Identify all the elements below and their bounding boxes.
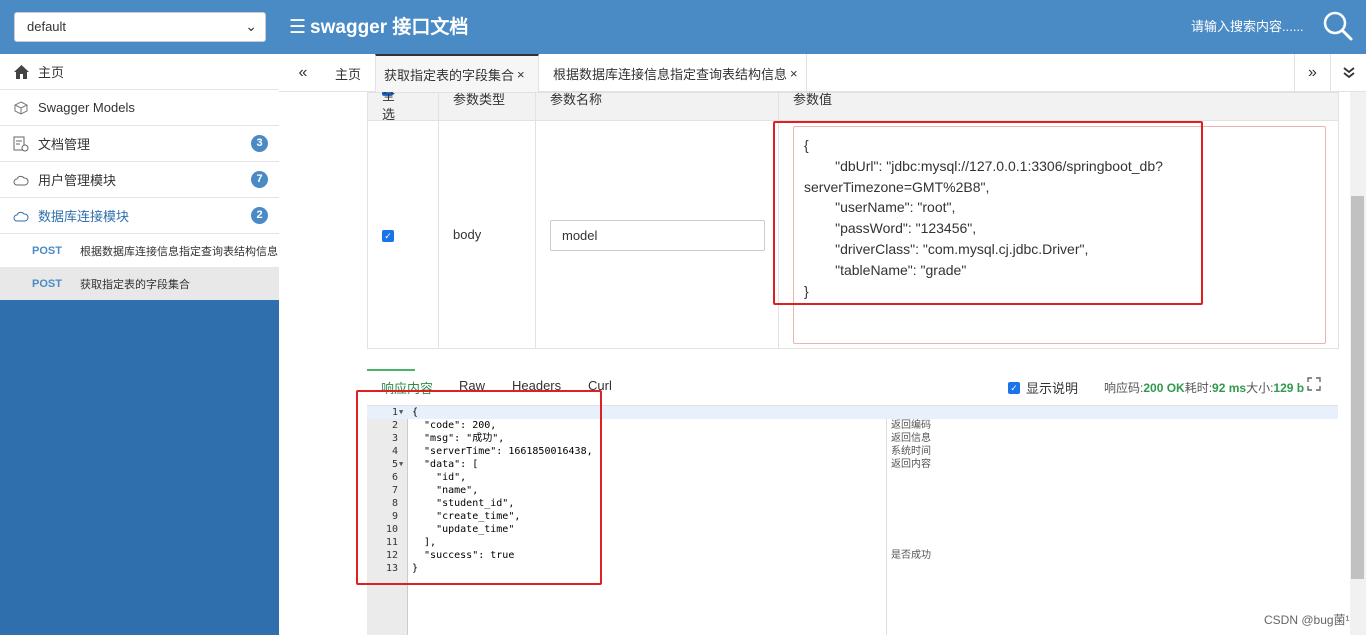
sidebar-item-swagger-models[interactable]: Swagger Models xyxy=(0,90,279,126)
active-tab-indicator xyxy=(367,369,415,371)
count-badge: 3 xyxy=(251,135,268,152)
params-table-header: 全选 参数类型 参数名称 参数值 xyxy=(368,92,1338,122)
col-param-name: 参数名称 xyxy=(550,92,603,107)
sidebar-item-doc-management[interactable]: 文档管理 3 xyxy=(0,126,279,162)
page-title: ☰ swagger 接口文档 xyxy=(289,15,468,41)
param-type: body xyxy=(453,227,482,242)
group-select[interactable]: default ⌄ xyxy=(14,12,266,42)
tab-get-fields[interactable]: 获取指定表的字段集合 × xyxy=(375,54,539,92)
field-description: 是否成功 xyxy=(891,550,931,561)
cloud-icon xyxy=(12,172,30,188)
endpoint-label: 获取指定表的字段集合 xyxy=(80,278,190,291)
search-input[interactable]: 请输入搜索内容...... xyxy=(1191,19,1304,35)
fullscreen-icon[interactable] xyxy=(1307,377,1323,393)
search-icon[interactable] xyxy=(1320,8,1356,44)
scrollbar-thumb[interactable] xyxy=(1351,196,1364,579)
cloud-icon xyxy=(12,208,30,224)
sidebar-item-label: 文档管理 xyxy=(38,137,91,152)
divider xyxy=(535,93,536,348)
tab-query-structure[interactable]: 根据数据库连接信息指定查询表结构信息 × xyxy=(545,54,807,92)
highlight-box-request xyxy=(773,121,1203,305)
response-time: 92 ms xyxy=(1212,381,1247,395)
watermark: CSDN @bug菌¹ xyxy=(1264,613,1350,627)
endpoint-item[interactable]: POST 根据数据库连接信息指定查询表结构信息 xyxy=(0,234,279,267)
row-checkbox[interactable]: ✓ xyxy=(382,230,394,242)
tab-prev-button[interactable]: « xyxy=(285,54,321,92)
top-bar: default ⌄ ☰ swagger 接口文档 请输入搜索内容...... xyxy=(0,0,1366,54)
sidebar-item-label: 数据库连接模块 xyxy=(38,209,130,224)
close-icon[interactable]: × xyxy=(790,66,798,81)
sidebar-item-label: 主页 xyxy=(38,65,65,80)
show-description-label: 显示说明 xyxy=(1026,381,1079,396)
tab-label: 主页 xyxy=(335,66,362,82)
tab-label: 获取指定表的字段集合 xyxy=(384,67,515,83)
sidebar-item-label: Swagger Models xyxy=(38,100,135,115)
tab-label: 根据数据库连接信息指定查询表结构信息 xyxy=(553,66,788,82)
chevron-double-down-icon xyxy=(1342,67,1355,79)
sidebar-item-home[interactable]: 主页 xyxy=(0,54,279,90)
http-method-badge: POST xyxy=(32,277,62,290)
main-content: 全选 参数类型 参数名称 参数值 ✓ body model { "dbUrl":… xyxy=(279,92,1350,635)
count-badge: 7 xyxy=(251,171,268,188)
highlight-box-response xyxy=(356,390,602,585)
response-status: 响应码:200 OK耗时:92 ms大小:129 b xyxy=(1104,381,1305,395)
response-size: 129 b xyxy=(1273,381,1305,395)
tab-next-button[interactable]: » xyxy=(1294,54,1330,92)
close-icon[interactable]: × xyxy=(517,67,525,82)
cube-icon xyxy=(12,100,30,116)
sidebar-item-label: 用户管理模块 xyxy=(38,173,117,188)
app-title-text: swagger 接口文档 xyxy=(310,17,469,38)
show-description-toggle[interactable]: ✓ 显示说明 xyxy=(1008,378,1078,397)
tab-more-button[interactable] xyxy=(1330,54,1366,92)
field-description: 返回信息 xyxy=(891,433,931,444)
menu-icon[interactable]: ☰ xyxy=(289,15,306,41)
endpoint-item-selected[interactable]: POST 获取指定表的字段集合 xyxy=(0,267,279,300)
sidebar-item-db-module[interactable]: 数据库连接模块 2 xyxy=(0,198,279,234)
tab-home[interactable]: 主页 xyxy=(327,54,375,92)
field-description: 返回内容 xyxy=(891,459,931,470)
chevron-down-icon: ⌄ xyxy=(245,18,257,34)
home-icon xyxy=(12,64,30,80)
endpoint-label: 根据数据库连接信息指定查询表结构信息 xyxy=(80,245,278,258)
field-description: 返回编码 xyxy=(891,420,931,431)
col-param-value: 参数值 xyxy=(793,92,833,107)
col-param-type: 参数类型 xyxy=(453,92,506,107)
checkbox-checked-icon: ✓ xyxy=(1008,381,1020,394)
count-badge: 2 xyxy=(251,207,268,224)
tab-bar: « 主页 获取指定表的字段集合 × 根据数据库连接信息指定查询表结构信息 × » xyxy=(279,54,1366,92)
doc-gear-icon xyxy=(12,136,30,152)
sidebar: 主页 Swagger Models 文档管理 3 用户管理模块 7 数据库连接模… xyxy=(0,54,279,635)
param-name-input[interactable]: model xyxy=(550,220,765,251)
divider xyxy=(438,93,439,348)
sidebar-item-user-module[interactable]: 用户管理模块 7 xyxy=(0,162,279,198)
field-description: 系统时间 xyxy=(891,446,931,457)
http-method-badge: POST xyxy=(32,244,62,257)
group-select-value: default xyxy=(27,19,67,34)
status-code: 200 OK xyxy=(1143,381,1185,395)
sidebar-menu: 主页 Swagger Models 文档管理 3 用户管理模块 7 数据库连接模… xyxy=(0,54,279,300)
